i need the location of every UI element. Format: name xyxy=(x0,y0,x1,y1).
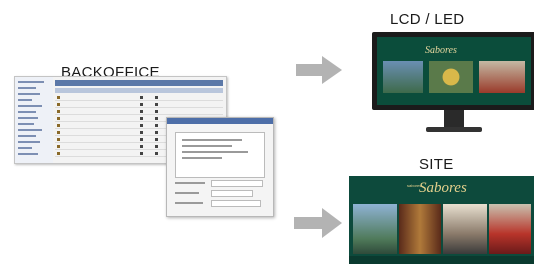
monitor-stand xyxy=(444,110,464,128)
backoffice-row xyxy=(55,95,223,101)
backoffice-header-bar xyxy=(55,80,223,86)
form-title-bar xyxy=(167,118,273,124)
monitor-base xyxy=(426,127,482,132)
backoffice-edit-form-screenshot xyxy=(166,117,274,217)
site-photo xyxy=(443,204,487,254)
arrow-to-lcd-icon xyxy=(296,56,342,84)
backoffice-sidebar xyxy=(15,77,53,163)
arrow-to-site-icon xyxy=(294,208,342,238)
backoffice-subheader-bar xyxy=(55,88,223,93)
monitor-bezel: Sabores xyxy=(372,32,534,110)
site-photo xyxy=(489,204,531,254)
site-logo: Sabores xyxy=(419,180,467,196)
monitor-logo: Sabores xyxy=(425,45,457,56)
lcd-led-label: LCD / LED xyxy=(390,11,465,28)
monitor-photo xyxy=(383,61,423,93)
site-label: SITE xyxy=(419,156,454,173)
lcd-monitor-image: Sabores xyxy=(372,32,534,138)
site-screenshot: sabores Sabores xyxy=(349,176,534,264)
site-footer-strip xyxy=(349,256,534,264)
monitor-photo xyxy=(479,61,525,93)
site-photo xyxy=(353,204,397,254)
monitor-photo xyxy=(429,61,473,93)
site-photo xyxy=(399,204,441,254)
monitor-screen: Sabores xyxy=(377,37,531,105)
backoffice-row xyxy=(55,102,223,108)
form-panel xyxy=(175,132,265,178)
backoffice-row xyxy=(55,109,223,115)
